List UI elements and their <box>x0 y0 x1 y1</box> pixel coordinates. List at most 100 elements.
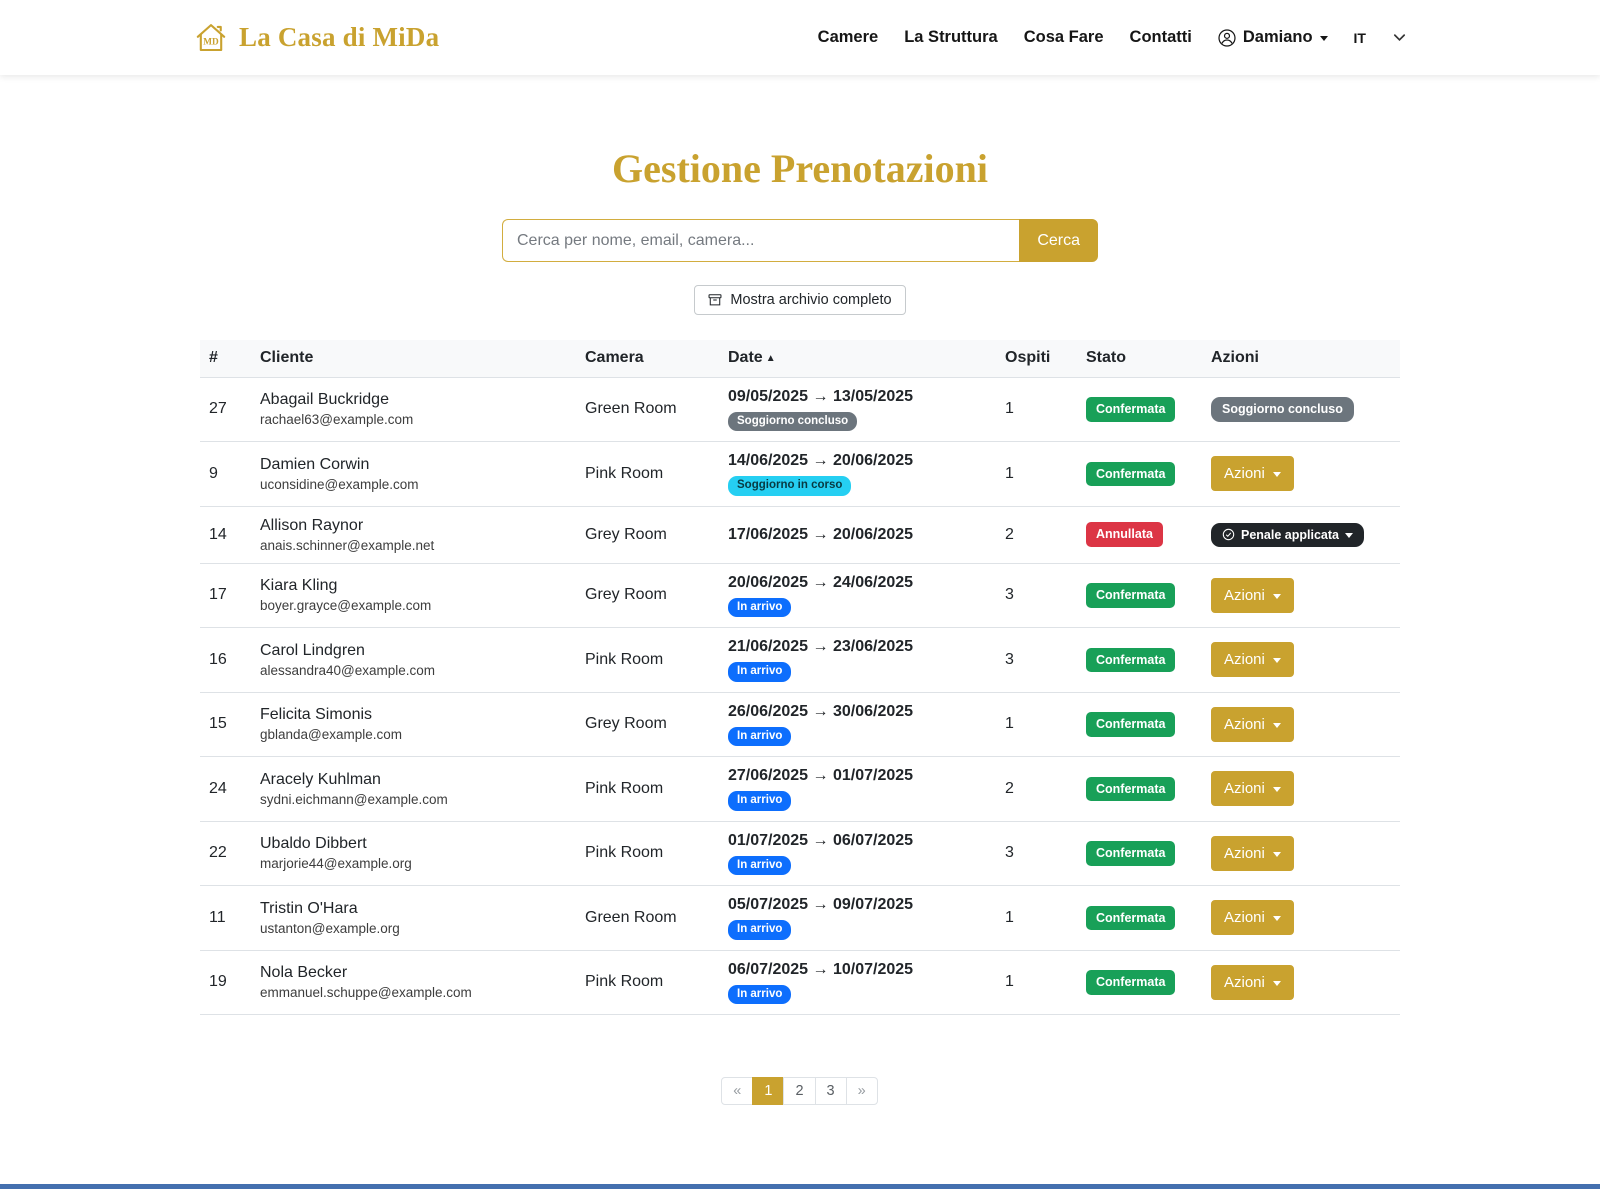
pagination-page-3[interactable]: 3 <box>815 1077 847 1105</box>
table-row: 27 Abagail Buckridge rachael63@example.c… <box>200 377 1400 442</box>
booking-dates: 09/05/2025 → 13/05/2025 <box>728 388 989 406</box>
booking-id: 17 <box>200 563 252 628</box>
booking-dates: 06/07/2025 → 10/07/2025 <box>728 961 989 979</box>
nav-item-contatti[interactable]: Contatti <box>1130 28 1192 47</box>
nav-item-camere[interactable]: Camere <box>818 28 879 47</box>
search-button[interactable]: Cerca <box>1019 219 1098 262</box>
guest-count: 3 <box>997 821 1078 886</box>
client-name: Kiara Kling <box>260 577 569 595</box>
actions-dropdown-button[interactable]: Azioni <box>1211 900 1294 935</box>
language-selector[interactable]: IT <box>1354 30 1366 46</box>
column-header-azioni: Azioni <box>1203 340 1400 377</box>
nav-item-la-struttura[interactable]: La Struttura <box>904 28 998 47</box>
column-header-date[interactable]: Date▲ <box>720 340 997 377</box>
check-circle-icon <box>1222 528 1235 541</box>
actions-dropdown-button[interactable]: Azioni <box>1211 578 1294 613</box>
booking-id: 27 <box>200 377 252 442</box>
pagination-next[interactable]: » <box>846 1077 878 1105</box>
table-body: 27 Abagail Buckridge rachael63@example.c… <box>200 377 1400 1015</box>
main-content: Gestione Prenotazioni Cerca Mostra archi… <box>200 145 1400 1105</box>
table-row: 15 Felicita Simonis gblanda@example.com … <box>200 692 1400 757</box>
table-row: 9 Damien Corwin uconsidine@example.com P… <box>200 442 1400 507</box>
caret-down-icon <box>1345 533 1353 538</box>
booking-dates: 20/06/2025 → 24/06/2025 <box>728 574 989 592</box>
penalty-dropdown-button[interactable]: Penale applicata <box>1211 523 1364 547</box>
table-row: 19 Nola Becker emmanuel.schuppe@example.… <box>200 950 1400 1015</box>
user-name: Damiano <box>1243 28 1313 47</box>
table-row: 22 Ubaldo Dibbert marjorie44@example.org… <box>200 821 1400 886</box>
status-badge: Confermata <box>1086 906 1175 931</box>
actions-dropdown-button[interactable]: Azioni <box>1211 965 1294 1000</box>
house-logo-icon: MD <box>193 20 229 56</box>
column-header-cliente: Cliente <box>252 340 577 377</box>
status-badge: Confermata <box>1086 462 1175 487</box>
guest-count: 3 <box>997 628 1078 693</box>
pagination-page-1[interactable]: 1 <box>752 1077 784 1105</box>
actions-dropdown-button[interactable]: Azioni <box>1211 642 1294 677</box>
column-header-camera: Camera <box>577 340 720 377</box>
stay-badge: Soggiorno in corso <box>728 476 851 496</box>
table-row: 11 Tristin O'Hara ustanton@example.org G… <box>200 886 1400 951</box>
user-menu[interactable]: Damiano <box>1218 28 1328 47</box>
stay-badge: In arrivo <box>728 856 791 876</box>
page-title: Gestione Prenotazioni <box>200 145 1400 192</box>
status-badge: Annullata <box>1086 522 1163 547</box>
stay-badge: In arrivo <box>728 662 791 682</box>
client-email: marjorie44@example.org <box>260 856 569 871</box>
table-row: 24 Aracely Kuhlman sydni.eichmann@exampl… <box>200 757 1400 822</box>
status-badge: Confermata <box>1086 777 1175 802</box>
guest-count: 2 <box>997 506 1078 563</box>
chevron-down-icon[interactable] <box>1392 30 1407 45</box>
column-header-stato: Stato <box>1078 340 1203 377</box>
guest-count: 1 <box>997 377 1078 442</box>
client-email: ustanton@example.org <box>260 921 569 936</box>
stay-badge: In arrivo <box>728 791 791 811</box>
room-name: Grey Room <box>577 506 720 563</box>
guest-count: 1 <box>997 692 1078 757</box>
table-header-row: # Cliente Camera Date▲ Ospiti Stato Azio… <box>200 340 1400 377</box>
client-name: Aracely Kuhlman <box>260 771 569 789</box>
top-navbar: MD La Casa di MiDa Camere La Struttura C… <box>0 0 1600 75</box>
guest-count: 1 <box>997 442 1078 507</box>
caret-down-icon <box>1273 852 1281 857</box>
guest-count: 1 <box>997 886 1078 951</box>
actions-dropdown-button[interactable]: Azioni <box>1211 456 1294 491</box>
booking-id: 15 <box>200 692 252 757</box>
room-name: Grey Room <box>577 692 720 757</box>
client-email: emmanuel.schuppe@example.com <box>260 985 569 1000</box>
actions-dropdown-button[interactable]: Azioni <box>1211 771 1294 806</box>
booking-id: 9 <box>200 442 252 507</box>
sort-asc-icon: ▲ <box>766 353 776 364</box>
actions-dropdown-button[interactable]: Azioni <box>1211 836 1294 871</box>
booking-id: 19 <box>200 950 252 1015</box>
booking-dates: 01/07/2025 → 06/07/2025 <box>728 832 989 850</box>
search-input[interactable] <box>502 219 1019 262</box>
nav-item-cosa-fare[interactable]: Cosa Fare <box>1024 28 1104 47</box>
client-email: sydni.eichmann@example.com <box>260 792 569 807</box>
status-badge: Confermata <box>1086 970 1175 995</box>
pagination-prev[interactable]: « <box>721 1077 753 1105</box>
booking-id: 24 <box>200 757 252 822</box>
room-name: Pink Room <box>577 821 720 886</box>
room-name: Green Room <box>577 886 720 951</box>
actions-dropdown-button[interactable]: Azioni <box>1211 707 1294 742</box>
status-badge: Confermata <box>1086 397 1175 422</box>
client-email: alessandra40@example.com <box>260 663 569 678</box>
brand-logo[interactable]: MD La Casa di MiDa <box>193 20 439 56</box>
caret-down-icon <box>1273 723 1281 728</box>
client-email: boyer.grayce@example.com <box>260 598 569 613</box>
caret-down-icon <box>1273 981 1281 986</box>
booking-dates: 26/06/2025 → 30/06/2025 <box>728 703 989 721</box>
booking-id: 22 <box>200 821 252 886</box>
pagination-page-2[interactable]: 2 <box>783 1077 815 1105</box>
status-badge: Confermata <box>1086 841 1175 866</box>
caret-down-icon <box>1273 658 1281 663</box>
booking-id: 14 <box>200 506 252 563</box>
client-email: uconsidine@example.com <box>260 477 569 492</box>
footer-edge <box>0 1184 1600 1189</box>
booking-dates: 17/06/2025 → 20/06/2025 <box>728 526 989 544</box>
svg-text:MD: MD <box>203 37 219 47</box>
show-archive-button[interactable]: Mostra archivio completo <box>694 285 905 315</box>
guest-count: 3 <box>997 563 1078 628</box>
room-name: Pink Room <box>577 628 720 693</box>
